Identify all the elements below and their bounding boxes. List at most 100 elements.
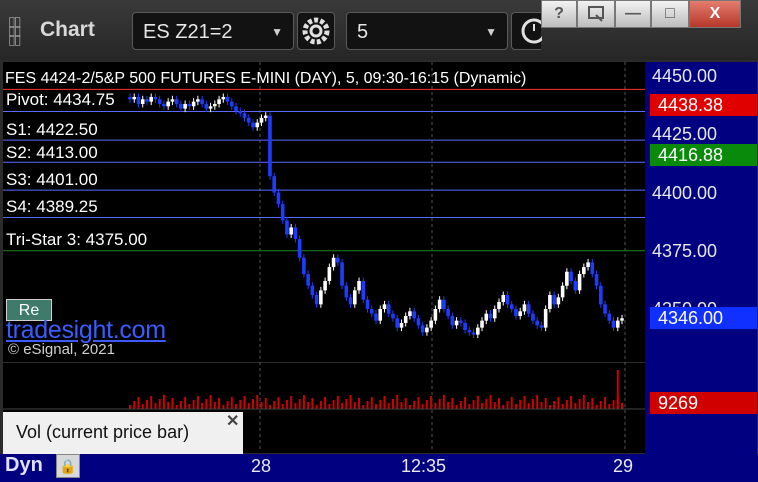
candle-body <box>319 290 323 305</box>
volume-bar <box>218 398 221 409</box>
volume-bar <box>459 401 462 409</box>
volume-bar <box>129 405 131 409</box>
candle-body <box>221 96 226 100</box>
volume-bar <box>442 395 445 409</box>
candle-body <box>179 103 183 109</box>
candle-body <box>196 99 200 102</box>
candle-body <box>501 295 506 303</box>
candle-body <box>344 285 349 298</box>
volume-bar <box>582 395 585 409</box>
copyright-text: © eSignal, 2021 <box>8 341 115 358</box>
candle-body <box>191 101 196 107</box>
volume-bar <box>336 396 339 409</box>
x-tick-29: 29 <box>613 456 634 476</box>
volume-bar <box>201 403 204 409</box>
volume-bar <box>175 405 178 409</box>
candle-body <box>174 99 179 104</box>
candle-body <box>615 320 620 328</box>
candle-body <box>272 176 277 193</box>
candle-body <box>285 220 289 235</box>
volume-bar <box>341 403 344 409</box>
candle-body <box>620 318 624 321</box>
candle-body <box>314 295 319 305</box>
candle-body <box>475 327 480 335</box>
volume-bar <box>141 404 144 409</box>
volume-bar <box>145 400 148 409</box>
volume-bar <box>391 399 394 409</box>
candle-body <box>531 313 535 321</box>
volume-bar <box>417 397 420 409</box>
candle-body <box>289 227 293 235</box>
candle-body <box>217 99 221 104</box>
dynamic-mode-label[interactable]: Dyn <box>5 454 43 477</box>
volume-bar <box>468 404 471 409</box>
volume-bar <box>328 404 331 409</box>
volume-bar <box>591 398 594 409</box>
candle-body <box>467 329 472 333</box>
candle-body <box>293 227 298 240</box>
candle-body <box>408 311 412 316</box>
candle-body <box>577 274 582 291</box>
candle-body <box>153 96 158 100</box>
candle-body <box>162 103 166 107</box>
volume-bar <box>311 398 314 409</box>
candle-body <box>607 313 612 321</box>
volume-bar <box>447 402 450 409</box>
lock-icon[interactable]: 🔒 <box>56 454 80 478</box>
volume-bar <box>196 396 199 409</box>
candle-body <box>352 290 357 305</box>
candle-body <box>348 297 353 305</box>
candle-body <box>208 106 213 109</box>
candle-body <box>213 103 217 107</box>
y-tick-4400: 4400.00 <box>652 183 718 203</box>
close-icon[interactable]: ✕ <box>226 411 239 431</box>
candle-body <box>395 318 400 328</box>
volume-bar <box>464 397 467 409</box>
candle-body <box>556 297 561 305</box>
candle-body <box>255 122 260 128</box>
candle-body <box>603 304 607 314</box>
volume-study-label[interactable]: Vol (current price bar) <box>3 412 243 454</box>
candle-body <box>594 274 599 286</box>
candle-body <box>323 281 327 291</box>
candle-body <box>357 281 361 291</box>
x-tick-28: 28 <box>251 456 272 476</box>
volume-bar <box>565 400 568 409</box>
volume-bar <box>137 397 140 409</box>
volume-bar <box>222 405 225 409</box>
candle-body <box>331 257 336 268</box>
s1-label: S1: 4422.50 <box>6 120 98 139</box>
volume-bar <box>536 395 539 409</box>
candle-body <box>514 309 518 316</box>
candle-body <box>433 309 438 321</box>
volume-bar <box>379 400 382 409</box>
volume-bar <box>574 403 577 409</box>
candle-body <box>128 96 132 100</box>
candle-body <box>560 285 565 298</box>
candle-body <box>442 299 446 309</box>
y-tick-4450: 4450.00 <box>652 66 718 86</box>
volume-bar <box>315 405 318 409</box>
volume-bar <box>209 395 212 409</box>
candle-body <box>565 271 569 286</box>
candle-body <box>509 304 514 309</box>
volume-bar <box>455 405 458 409</box>
volume-bar <box>268 405 271 409</box>
candle-body <box>590 262 595 275</box>
candle-body <box>374 313 378 321</box>
chart-title: FES 4424-2/5&P 500 FUTURES E-MINI (DAY),… <box>5 70 527 87</box>
volume-bar <box>430 396 433 409</box>
volume-bar <box>324 397 327 409</box>
volume-bar <box>540 402 543 409</box>
candle-body <box>598 285 603 305</box>
volume-bar <box>531 399 534 409</box>
volume-bar <box>587 402 590 409</box>
candle-body <box>539 325 544 328</box>
volume-bar <box>158 399 161 409</box>
candle-body <box>204 103 209 109</box>
volume-bar <box>375 404 377 409</box>
volume-bar <box>243 396 246 409</box>
volume-bar <box>188 404 191 409</box>
x-tick-1235: 12:35 <box>401 456 447 476</box>
candle-body <box>200 99 204 104</box>
